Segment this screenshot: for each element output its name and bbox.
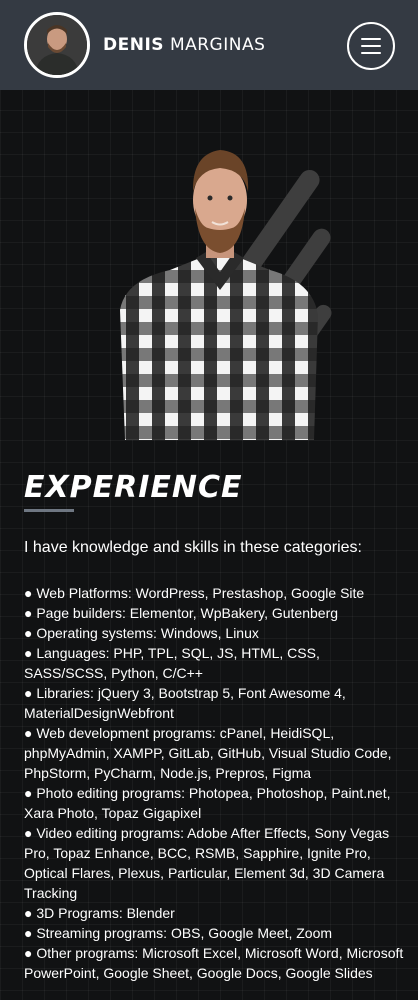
list-item: ● Web Platforms: WordPress, Prestashop, … xyxy=(24,585,365,601)
list-item: ● Web development programs: cPanel, Heid… xyxy=(24,725,392,781)
list-item: ● Other programs: Microsoft Excel, Micro… xyxy=(24,945,404,981)
list-item: ● Photo editing programs: Photopea, Phot… xyxy=(24,785,391,821)
list-item: ● Operating systems: Windows, Linux xyxy=(24,625,259,641)
hero-portrait xyxy=(100,140,340,440)
hamburger-icon-line xyxy=(361,52,381,54)
avatar[interactable] xyxy=(24,12,90,78)
hamburger-icon-line xyxy=(361,45,381,47)
brand-last-name: MARGINAS xyxy=(169,35,266,55)
list-item: ● Streaming programs: OBS, Google Meet, … xyxy=(24,925,333,941)
skills-list: ● Web Platforms: WordPress, Prestashop, … xyxy=(24,583,404,983)
avatar-photo-icon xyxy=(27,15,87,75)
site-brand[interactable]: DENIS MARGINAS xyxy=(103,35,265,55)
experience-title: EXPERIENCE xyxy=(24,470,243,505)
list-item: ● Languages: PHP, TPL, SQL, JS, HTML, CS… xyxy=(24,645,320,681)
hamburger-icon-line xyxy=(361,38,381,40)
list-item: ● 3D Programs: Blender xyxy=(24,905,175,921)
list-item: ● Page builders: Elementor, WpBakery, Gu… xyxy=(24,605,339,621)
list-item: ● Video editing programs: Adobe After Ef… xyxy=(24,825,390,901)
menu-button[interactable] xyxy=(347,22,395,70)
portrait-image xyxy=(120,150,332,440)
site-header: DENIS MARGINAS xyxy=(0,0,418,90)
list-item: ● Libraries: jQuery 3, Bootstrap 5, Font… xyxy=(24,685,346,721)
experience-intro: I have knowledge and skills in these cat… xyxy=(24,539,362,556)
title-underline xyxy=(24,509,74,512)
brand-first-name: DENIS xyxy=(103,35,165,55)
